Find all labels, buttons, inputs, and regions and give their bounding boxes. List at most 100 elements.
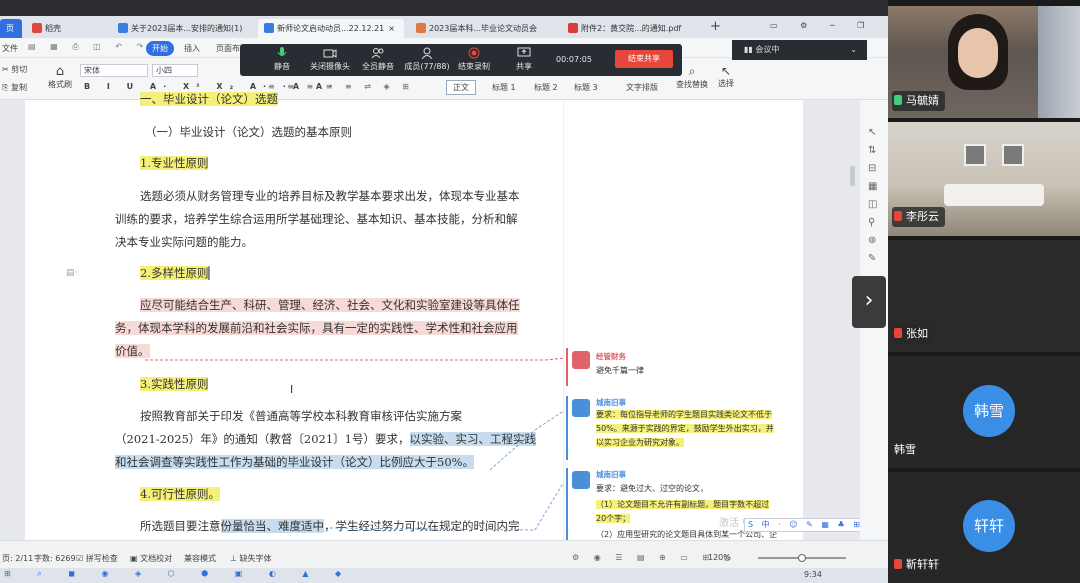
meeting-status-dropdown[interactable]: ▮▮ 会议中 ⌄	[732, 40, 867, 60]
proofread-label: 文档校对	[140, 554, 173, 563]
compat-mode: 兼容模式	[184, 554, 216, 563]
taskbar-clock[interactable]: 9:34	[804, 570, 822, 579]
camera-label: 关闭摄像头	[310, 62, 350, 71]
sofa	[944, 184, 1044, 206]
style-normal[interactable]: 正文	[446, 80, 476, 95]
spell-check-label: 拼写检查	[85, 554, 118, 563]
size-select[interactable]: 小四	[152, 64, 198, 77]
share-label: 共享	[516, 62, 532, 71]
tab-pdf[interactable]: 附件2：黄交院...的通知.pdf	[562, 19, 698, 38]
next-page-arrow-icon[interactable]: ›	[852, 276, 886, 328]
participant-name-2: 李彤云	[892, 207, 945, 227]
proofread-button[interactable]: ▣ 文档校对	[130, 553, 172, 564]
cut-button[interactable]: ✂ 剪切	[2, 64, 27, 75]
tab-bar: 页 稻壳 关于2023届本...安排的通知(1) 新师论文启动动员...22.1…	[0, 16, 888, 38]
wall-art	[1002, 144, 1024, 166]
paragraph-buttons[interactable]: ≡ ≡ ≡ ≡ ≡ ⇌ ◈ ⊞	[268, 82, 414, 91]
participant-name-text: 马毓婧	[906, 94, 939, 107]
principle-2-title-text: 2.多样性原则	[140, 266, 209, 280]
select-button[interactable]: ↖ 选择	[718, 64, 734, 89]
windows-taskbar: ⊞ ⌕ ◼ ◉ ◈ ⬡ ⬢ ▣ ◐ ▲ ◆ 9:34	[0, 568, 888, 583]
comment-1-author: 经管财务	[596, 352, 626, 361]
tab-label: 稻壳	[45, 24, 61, 33]
style-h2[interactable]: 标题 2	[534, 82, 558, 93]
comment-2-line-3: 以实习企业为研究对象。	[596, 436, 684, 450]
camera-button[interactable]: 关闭摄像头	[308, 47, 352, 72]
mic-muted-icon	[894, 559, 902, 569]
copy-button[interactable]: ⎘ 复制	[2, 82, 27, 93]
pdf-icon	[568, 23, 578, 33]
participant-face	[958, 28, 998, 78]
sidebar-tool-icons[interactable]: ↖ ⇅ ⊟ ▦ ◫ ⚲ ⊛ ✎	[868, 124, 877, 268]
mic-muted-icon	[894, 211, 902, 221]
new-tab-icon[interactable]: +	[710, 19, 721, 34]
chevron-down-icon: ⌄	[850, 45, 857, 54]
comment-connectors	[145, 357, 565, 531]
tab-label: 2023届本科...毕业论文动员会	[429, 24, 537, 33]
mute-label: 静音	[274, 62, 290, 71]
title-strip	[0, 0, 888, 16]
share-screen-icon	[517, 47, 531, 57]
spell-check-button[interactable]: ☑ 拼写检查	[76, 553, 118, 564]
comment-1[interactable]: 经管财务 避免千篇一律	[566, 348, 800, 386]
ppt-icon	[416, 23, 426, 33]
participant-name-1: 马毓婧	[892, 91, 945, 111]
search-icon: ⌕	[688, 64, 696, 78]
comment-3-line-3-text: 20个字；	[596, 514, 631, 523]
participant-name-text: 张如	[906, 327, 928, 340]
tab-label: 关于2023届本...安排的通知(1)	[131, 24, 243, 33]
tab-doc2[interactable]: 新师论文启动动员...22.12.21 ×	[258, 19, 404, 38]
members-button[interactable]: 成员(77/88)	[402, 47, 452, 72]
daoke-icon	[32, 23, 42, 33]
scrollbar[interactable]	[850, 166, 855, 186]
participant-avatar: 轩轩	[963, 500, 1015, 552]
tab-doc1[interactable]: 关于2023届本...安排的通知(1)	[112, 19, 252, 38]
ime-toolbar[interactable]: S 中 · ☺ ✎ ▦ ♣ ⊞	[744, 518, 867, 532]
zoom-level[interactable]: 120%	[708, 553, 731, 562]
format-painter-label: 格式刷	[48, 80, 72, 89]
heading-text: 一、毕业设计（论文）选题	[140, 92, 278, 106]
missing-font-label: 缺失字体	[239, 554, 272, 563]
style-h3[interactable]: 标题 3	[574, 82, 598, 93]
comment-2[interactable]: 城南旧事 要求：每位指导老师的学生题目实践类论文不低于 50%。来源于实践的界定…	[566, 396, 800, 460]
end-record-button[interactable]: 结束录制	[452, 47, 496, 72]
taskbar-app-icons[interactable]: ⊞ ⌕ ◼ ◉ ◈ ⬡ ⬢ ▣ ◐ ▲ ◆	[4, 569, 353, 579]
meeting-timer: 00:07:05	[556, 55, 592, 64]
mute-all-label: 全员静音	[362, 62, 394, 71]
wall-art	[964, 144, 986, 166]
participant-name-5: 靳轩轩	[892, 555, 945, 575]
format-painter-button[interactable]: ⌂ 格式刷	[48, 64, 72, 90]
microphone-icon	[277, 47, 287, 56]
comment-1-line-1: 避免千篇一律	[596, 366, 644, 375]
mute-button[interactable]: 静音	[260, 47, 304, 72]
comment-2-line-3-text: 以实习企业为研究对象。	[596, 438, 684, 447]
font-select[interactable]: 宋体	[80, 64, 148, 77]
word-count[interactable]: 字数: 6269	[34, 553, 76, 564]
menu-file[interactable]: 文件	[2, 43, 18, 54]
participant-name-text: 靳轩轩	[906, 558, 939, 571]
mic-on-icon	[894, 95, 902, 105]
text-layout-button[interactable]: 文字排版	[626, 82, 658, 93]
tab-home[interactable]: 页	[0, 19, 22, 38]
close-icon[interactable]: ×	[388, 24, 395, 33]
window-controls[interactable]: ▭ ⚙ ─ ❐	[770, 21, 874, 30]
brush-icon: ⌂	[55, 64, 65, 79]
menu-insert[interactable]: 插入	[184, 43, 200, 54]
end-share-button[interactable]: 结束共享	[615, 50, 673, 68]
comment-pane: 经管财务 避免千篇一律 城南旧事 要求：每位指导老师的学生题目实践类论文不低于 …	[563, 100, 867, 540]
menu-start[interactable]: 开始	[146, 41, 174, 56]
tab-ppt[interactable]: 2023届本科...毕业论文动员会	[410, 19, 550, 38]
share-button[interactable]: 共享	[502, 47, 546, 72]
zoom-slider[interactable]	[758, 554, 846, 562]
connector-2	[489, 409, 565, 471]
zoom-slider-thumb[interactable]	[798, 554, 806, 562]
style-h1[interactable]: 标题 1	[492, 82, 516, 93]
tab-daoke[interactable]: 稻壳	[26, 19, 96, 38]
paragraph-marker-icon[interactable]: ▤·	[66, 268, 77, 278]
comment-2-author: 城南旧事	[596, 398, 626, 407]
copy-label: 复制	[10, 83, 27, 92]
participant-name-text: 韩雪	[894, 443, 916, 456]
missing-font-button[interactable]: ⊥ 缺失字体	[230, 553, 272, 564]
mute-all-button[interactable]: 全员静音	[356, 47, 400, 72]
members-label: 成员(77/88)	[404, 62, 450, 71]
